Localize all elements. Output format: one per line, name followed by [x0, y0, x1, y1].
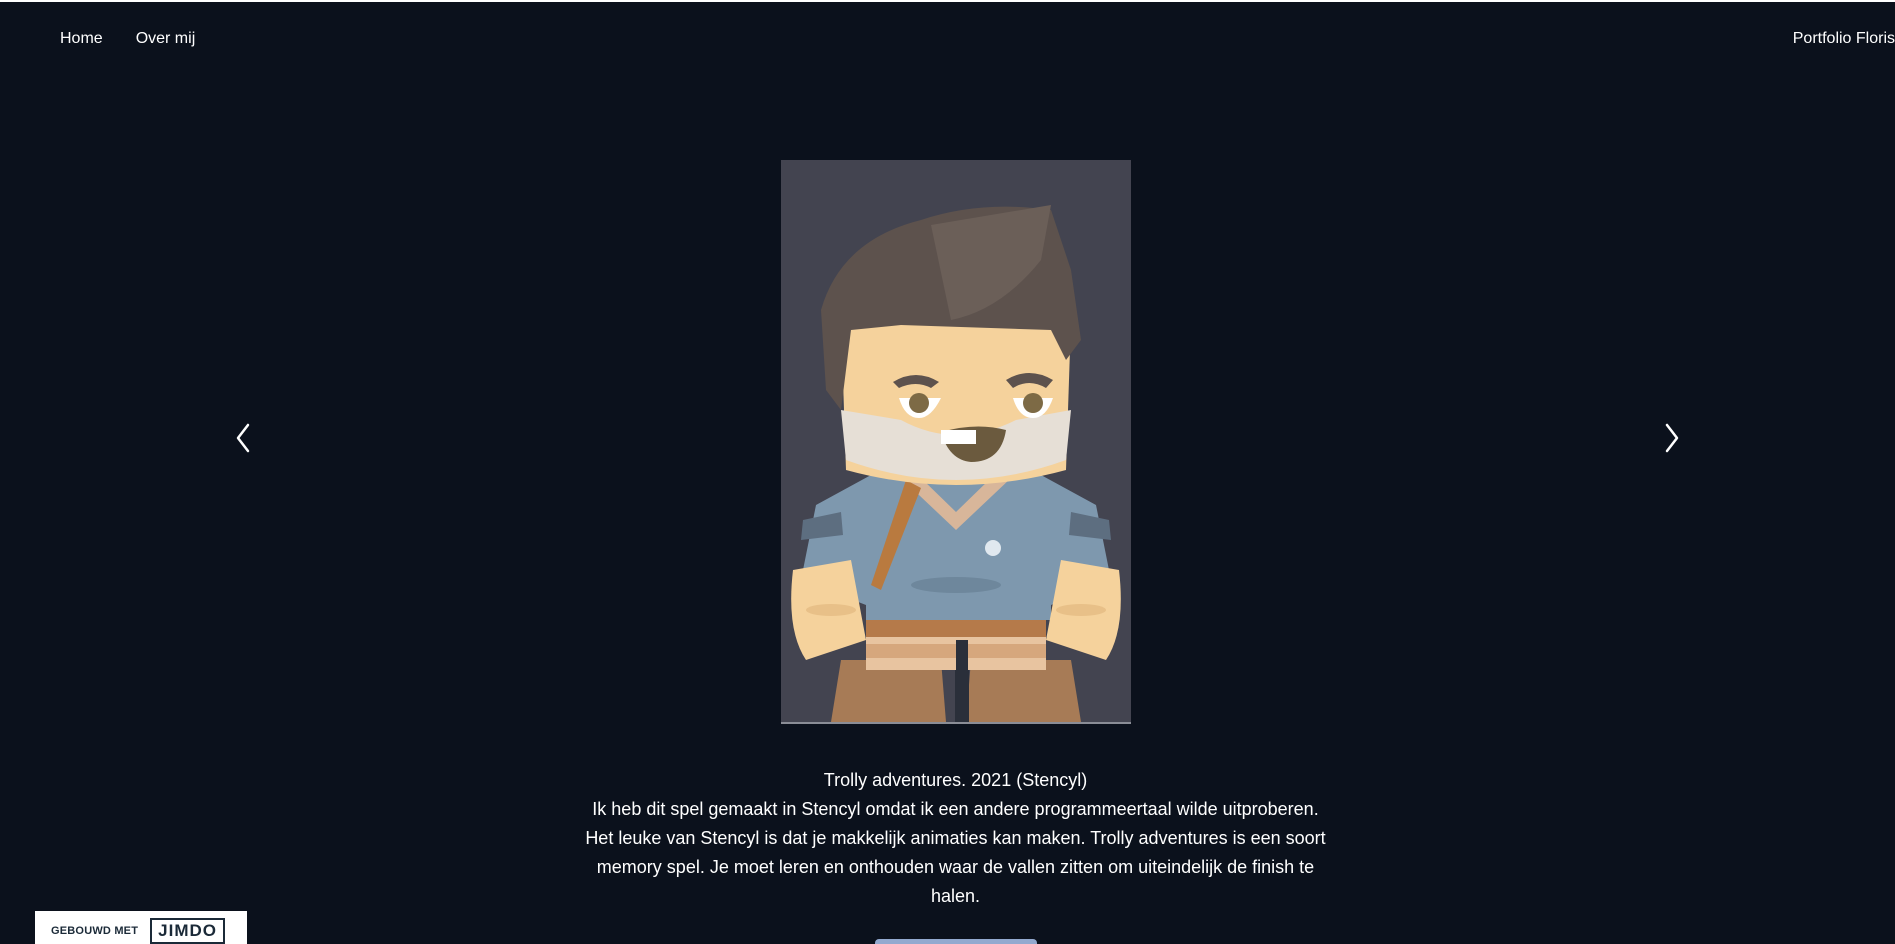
project-description: Ik heb dit spel gemaakt in Stencyl omdat… — [585, 799, 1326, 906]
jimdo-badge[interactable]: GEBOUWD MET JIMDO — [35, 911, 247, 944]
nav-item-home[interactable]: Home — [60, 30, 103, 48]
slider-next-button[interactable] — [1657, 420, 1687, 456]
main-nav: Home Over mij — [60, 30, 195, 48]
project-button[interactable] — [875, 939, 1037, 944]
character-illustration — [781, 160, 1131, 722]
page: Home Over mij Portfolio Floris Trolly ad… — [0, 0, 1895, 944]
jimdo-logo: JIMDO — [150, 918, 225, 944]
chevron-right-icon — [1665, 423, 1679, 453]
project-image — [781, 160, 1131, 724]
project-title: Trolly adventures. 2021 (Stencyl) — [823, 770, 1088, 790]
project-caption: Trolly adventures. 2021 (Stencyl) Ik heb… — [580, 766, 1331, 911]
built-with-label: GEBOUWD MET — [51, 925, 139, 937]
nav-item-over-mij[interactable]: Over mij — [136, 30, 196, 48]
slider-prev-button[interactable] — [228, 420, 258, 456]
chevron-left-icon — [236, 423, 250, 453]
site-title[interactable]: Portfolio Floris — [1793, 30, 1895, 48]
